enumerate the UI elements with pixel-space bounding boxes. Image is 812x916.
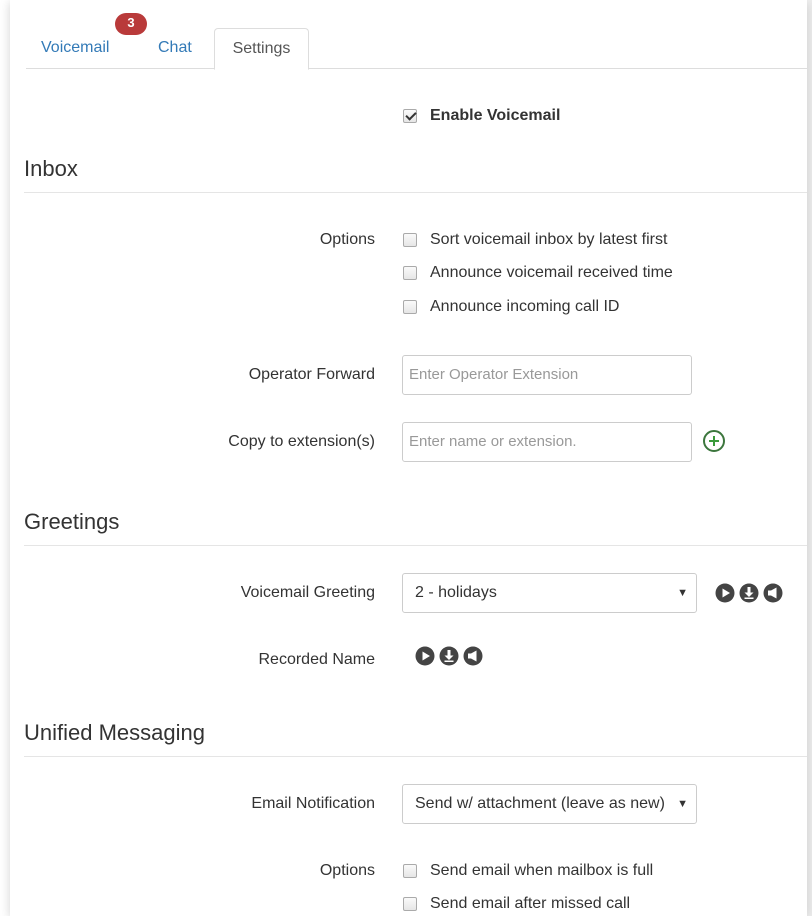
email-notification-select[interactable]: Send w/ attachment (leave as new) ▼ — [402, 784, 697, 824]
greetings-title: Greetings — [24, 509, 120, 534]
tab-voicemail[interactable]: Voicemail — [26, 28, 124, 69]
tab-chat-label: Chat — [158, 39, 192, 56]
play-icon[interactable] — [715, 583, 735, 603]
recorded-name-label: Recorded Name — [258, 651, 376, 668]
download-icon[interactable] — [439, 646, 459, 666]
record-icon[interactable] — [463, 646, 483, 666]
operator-forward-label: Operator Forward — [248, 366, 375, 383]
email-notification-label: Email Notification — [251, 795, 375, 812]
greetings-divider — [24, 545, 807, 546]
email-missed-call-label: Send email after missed call — [430, 895, 631, 912]
chevron-down-icon: ▼ — [677, 587, 688, 599]
announce-received-time-checkbox[interactable] — [403, 266, 417, 280]
um-options-label: Options — [319, 862, 375, 879]
copy-to-extension-label: Copy to extension(s) — [228, 433, 375, 450]
sort-latest-first-label: Sort voicemail inbox by latest first — [430, 231, 668, 248]
email-notification-value: Send w/ attachment (leave as new) — [415, 795, 665, 812]
unified-messaging-title: Unified Messaging — [24, 720, 205, 745]
inbox-options-label: Options — [319, 231, 375, 248]
announce-call-id-checkbox[interactable] — [403, 300, 417, 314]
tab-voicemail-label: Voicemail — [41, 39, 110, 56]
tab-chat[interactable]: Chat — [143, 28, 207, 69]
option-email-mailbox-full[interactable]: Send email when mailbox is full — [403, 860, 653, 882]
enable-voicemail-label: Enable Voicemail — [430, 107, 561, 124]
option-sort-latest-first[interactable]: Sort voicemail inbox by latest first — [403, 229, 667, 251]
option-announce-received-time[interactable]: Announce voicemail received time — [403, 262, 673, 284]
operator-forward-input[interactable]: Enter Operator Extension — [402, 355, 692, 395]
email-missed-call-checkbox[interactable] — [403, 897, 417, 911]
email-mailbox-full-label: Send email when mailbox is full — [430, 862, 654, 879]
enable-voicemail-checkbox[interactable] — [403, 109, 417, 123]
option-announce-call-id[interactable]: Announce incoming call ID — [403, 296, 619, 318]
copy-to-extension-input[interactable]: Enter name or extension. — [402, 422, 692, 462]
announce-received-time-label: Announce voicemail received time — [430, 264, 673, 281]
enable-voicemail-row[interactable]: Enable Voicemail — [403, 105, 560, 127]
sort-latest-first-checkbox[interactable] — [403, 233, 417, 247]
record-icon[interactable] — [763, 583, 783, 603]
tab-settings[interactable]: Settings — [214, 28, 309, 70]
voicemail-greeting-value: 2 - holidays — [415, 584, 497, 601]
play-icon[interactable] — [415, 646, 435, 666]
option-email-missed-call[interactable]: Send email after missed call — [403, 893, 630, 915]
chevron-down-icon: ▼ — [677, 798, 688, 810]
inbox-divider — [24, 192, 807, 193]
voicemail-greeting-select[interactable]: 2 - holidays ▼ — [402, 573, 697, 613]
tab-bar: Voicemail 3 Chat Settings — [26, 13, 807, 70]
tab-settings-label: Settings — [232, 40, 291, 57]
voicemail-greeting-label: Voicemail Greeting — [240, 584, 375, 601]
announce-call-id-label: Announce incoming call ID — [430, 298, 620, 315]
settings-panel: Voicemail 3 Chat Settings Enable Voicema… — [10, 0, 807, 916]
download-icon[interactable] — [739, 583, 759, 603]
email-mailbox-full-checkbox[interactable] — [403, 864, 417, 878]
add-extension-icon[interactable] — [703, 430, 725, 452]
unified-messaging-divider — [24, 756, 807, 757]
inbox-title: Inbox — [24, 156, 78, 181]
